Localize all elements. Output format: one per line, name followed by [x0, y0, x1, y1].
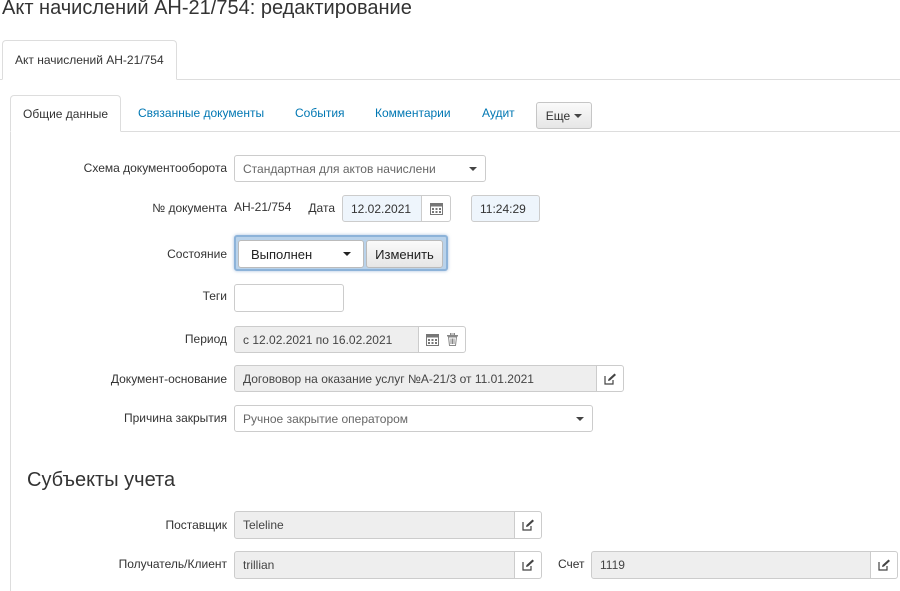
account-label: Счет [558, 557, 585, 571]
period-input[interactable]: с 12.02.2021 по 16.02.2021 [234, 326, 419, 353]
edit-icon [603, 373, 617, 385]
recipient-input[interactable]: trillian [234, 551, 515, 579]
page-title: Акт начислений АН-21/754: редактирование [2, 0, 412, 19]
tab-comments[interactable]: Комментарии [375, 95, 451, 132]
outer-tab-act[interactable]: Акт начислений АН-21/754 [2, 40, 177, 80]
caret-down-icon [576, 416, 584, 421]
period-actions [418, 326, 466, 353]
date-input[interactable]: 12.02.2021 [342, 195, 422, 222]
supplier-input[interactable]: Teleline [234, 511, 515, 539]
edit-icon [521, 519, 535, 531]
recipient-label: Получатель/Клиент [118, 557, 227, 571]
account-input[interactable]: 1119 [591, 551, 871, 579]
recipient-edit-button[interactable] [514, 551, 542, 579]
tags-label: Теги [202, 289, 227, 303]
time-input[interactable]: 11:24:29 [471, 195, 540, 222]
close-reason-value: Ручное закрытие оператором [243, 411, 409, 426]
tab-general[interactable]: Общие данные [10, 95, 122, 132]
state-select[interactable]: Выполнен [238, 240, 364, 268]
accounting-section-title: Субъекты учета [27, 469, 176, 491]
close-reason-label: Причина закрытия [123, 411, 227, 425]
base-document-input[interactable]: Догововор на оказание услуг №А-21/3 от 1… [234, 365, 597, 392]
caret-down-icon [574, 113, 583, 118]
period-label: Период [184, 332, 227, 346]
trash-icon[interactable] [446, 333, 458, 346]
workflow-value: Стандартная для актов начислени [243, 161, 436, 176]
date-label: Дата [308, 201, 335, 215]
base-document-label: Документ-основание [110, 372, 227, 386]
more-dropdown-button[interactable]: Еще [536, 102, 592, 129]
tab-events[interactable]: События [295, 95, 345, 132]
edit-icon [877, 559, 891, 571]
more-label: Еще [545, 108, 571, 123]
edit-icon [521, 559, 535, 571]
supplier-label: Поставщик [165, 518, 227, 532]
workflow-label: Схема документооборота [83, 161, 227, 175]
account-edit-button[interactable] [870, 551, 898, 579]
doc-number-value: АН-21/754 [234, 200, 292, 214]
change-state-button[interactable]: Изменить [366, 240, 443, 268]
calendar-icon [429, 202, 443, 215]
close-reason-select[interactable]: Ручное закрытие оператором [234, 405, 593, 432]
doc-number-label: № документа [152, 201, 227, 215]
tab-related-documents[interactable]: Связанные документы [138, 95, 264, 132]
base-document-edit-button[interactable] [596, 365, 624, 392]
date-calendar-button[interactable] [421, 195, 451, 222]
state-value: Выполнен [251, 246, 313, 262]
state-label: Состояние [167, 247, 227, 261]
workflow-select[interactable]: Стандартная для актов начислени [234, 155, 486, 182]
caret-down-icon [469, 166, 477, 171]
calendar-icon[interactable] [426, 333, 440, 346]
supplier-edit-button[interactable] [514, 511, 542, 539]
tab-audit[interactable]: Аудит [482, 95, 515, 132]
caret-down-icon [343, 252, 351, 256]
tags-input[interactable] [234, 284, 344, 312]
